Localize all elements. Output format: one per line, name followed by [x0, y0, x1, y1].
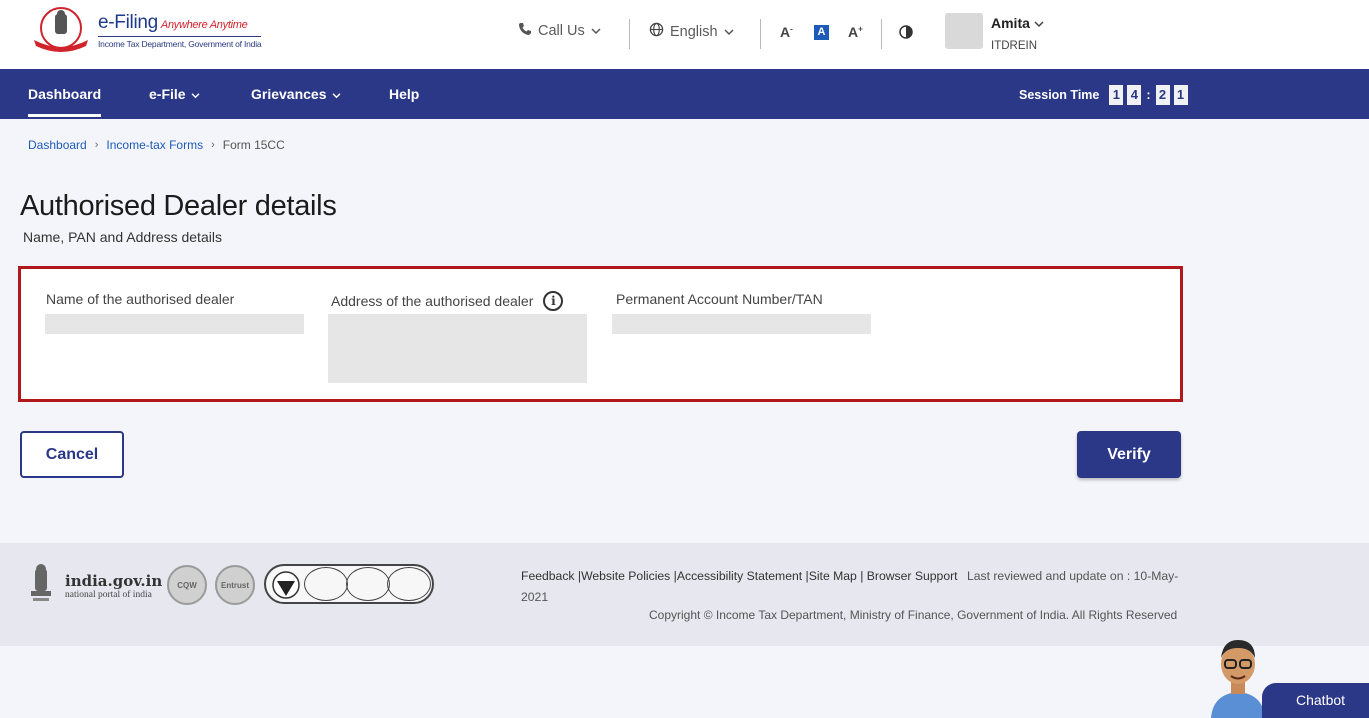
nav-help[interactable]: Help: [389, 86, 419, 102]
breadcrumb-income-tax-forms[interactable]: Income-tax Forms: [106, 138, 203, 152]
page-title: Authorised Dealer details: [20, 190, 337, 222]
chatbot-avatar-icon[interactable]: [1207, 634, 1269, 718]
logo-subtitle: Income Tax Department, Government of Ind…: [98, 35, 262, 49]
india-gov-subtitle: national portal of india: [65, 590, 152, 600]
nav-efile-label: e-File: [149, 86, 186, 102]
call-us-dropdown[interactable]: Call Us: [518, 22, 601, 40]
session-colon: :: [1146, 88, 1151, 102]
header-divider: [629, 19, 630, 49]
chevron-down-icon: [191, 86, 200, 102]
nav-help-label: Help: [389, 86, 420, 102]
copyright-text: Copyright © Income Tax Department, Minis…: [649, 608, 1178, 622]
footer-link-accessibility[interactable]: Accessibility Statement: [677, 569, 802, 583]
session-digit: 1: [1109, 85, 1124, 105]
nav-grievances-label: Grievances: [251, 86, 327, 102]
session-digit: 1: [1173, 85, 1188, 105]
font-increase-button[interactable]: A+: [848, 24, 863, 40]
bsi-icon: [272, 570, 300, 605]
session-timer: Session Time 1 4 : 2 1: [1019, 85, 1188, 105]
nav-grievances[interactable]: Grievances: [251, 86, 341, 102]
logo-tagline: Anywhere Anytime: [160, 18, 248, 31]
dealer-address-value: [328, 314, 587, 383]
india-gov-title[interactable]: india.gov.in: [65, 572, 162, 590]
main-nav: Dashboard e-File Grievances Help Session…: [0, 69, 1369, 119]
logo-title-text: e-Filing: [98, 11, 158, 33]
chatbot-button[interactable]: Chatbot: [1262, 683, 1369, 718]
top-header: e-Filing Anywhere Anytime Income Tax Depa…: [0, 0, 1369, 69]
nav-dashboard-label: Dashboard: [28, 86, 102, 102]
avatar[interactable]: [945, 13, 983, 49]
chevron-right-icon: ›: [94, 139, 99, 151]
pan-field-label: Permanent Account Number/TAN: [616, 291, 823, 307]
footer-link-feedback[interactable]: Feedback: [521, 569, 575, 583]
nav-efile[interactable]: e-File: [149, 86, 200, 102]
font-decrease-button[interactable]: A-: [780, 24, 793, 40]
user-name: Amita: [991, 15, 1030, 31]
address-label-text: Address of the authorised dealer: [331, 293, 534, 309]
chevron-right-icon: ›: [211, 139, 215, 151]
entrust-certificate-icon: Entrust: [215, 565, 255, 605]
footer-link-site-map[interactable]: Site Map: [809, 569, 857, 583]
header-divider: [760, 19, 761, 49]
pan-label-text: Permanent Account Number/TAN: [616, 291, 823, 307]
iso-badge-icon: [304, 567, 348, 601]
header-divider: [881, 19, 882, 49]
footer-link-browser-support[interactable]: Browser Support: [867, 569, 958, 583]
footer: india.gov.in national portal of india CQ…: [0, 543, 1369, 646]
nav-dashboard[interactable]: Dashboard: [28, 86, 102, 117]
session-digit: 4: [1127, 85, 1142, 105]
page-subtitle: Name, PAN and Address details: [23, 229, 222, 245]
chevron-down-icon: [1034, 15, 1044, 31]
address-field-label: Address of the authorised dealer i: [331, 291, 564, 311]
language-dropdown[interactable]: English: [649, 22, 734, 41]
cancel-button[interactable]: Cancel: [20, 431, 124, 478]
info-icon[interactable]: i: [543, 291, 564, 311]
breadcrumb: Dashboard › Income-tax Forms › Form 15CC: [28, 138, 285, 152]
iso-badge-icon: [346, 567, 390, 601]
font-normal-button[interactable]: A: [814, 25, 829, 40]
name-label-text: Name of the authorised dealer: [46, 291, 235, 307]
iso-certificates-icon: [264, 564, 434, 604]
user-menu[interactable]: Amita: [991, 15, 1044, 31]
iso-badge-icon: [387, 567, 431, 601]
session-label: Session Time: [1019, 88, 1100, 102]
breadcrumb-dashboard[interactable]: Dashboard: [28, 138, 87, 152]
emblem-icon: [28, 6, 94, 54]
chevron-down-icon: [332, 86, 341, 102]
globe-icon: [649, 22, 664, 41]
contrast-icon[interactable]: [899, 25, 913, 44]
footer-link-website-policies[interactable]: Website Policies: [581, 569, 670, 583]
call-us-label: Call Us: [538, 23, 585, 39]
name-field-label: Name of the authorised dealer: [46, 291, 234, 307]
dealer-name-value: [45, 314, 304, 334]
chevron-down-icon: [724, 24, 734, 40]
logo-title: e-Filing Anywhere Anytime: [98, 12, 261, 36]
user-id: ITDREIN: [991, 40, 1037, 52]
dealer-details-panel: Name of the authorised dealer Address of…: [18, 266, 1183, 402]
chevron-down-icon: [591, 23, 601, 39]
dealer-pan-value: [612, 314, 871, 334]
breadcrumb-current: Form 15CC: [222, 138, 285, 152]
session-digit: 2: [1155, 85, 1170, 105]
language-label: English: [670, 23, 718, 40]
verify-button[interactable]: Verify: [1077, 431, 1181, 478]
efiling-logo[interactable]: e-Filing Anywhere Anytime Income Tax Depa…: [28, 6, 262, 54]
phone-icon: [518, 22, 532, 40]
cqw-certificate-icon: CQW: [167, 565, 207, 605]
footer-links: Feedback |Website Policies |Accessibilit…: [521, 569, 1179, 604]
national-emblem-icon: [27, 561, 55, 605]
